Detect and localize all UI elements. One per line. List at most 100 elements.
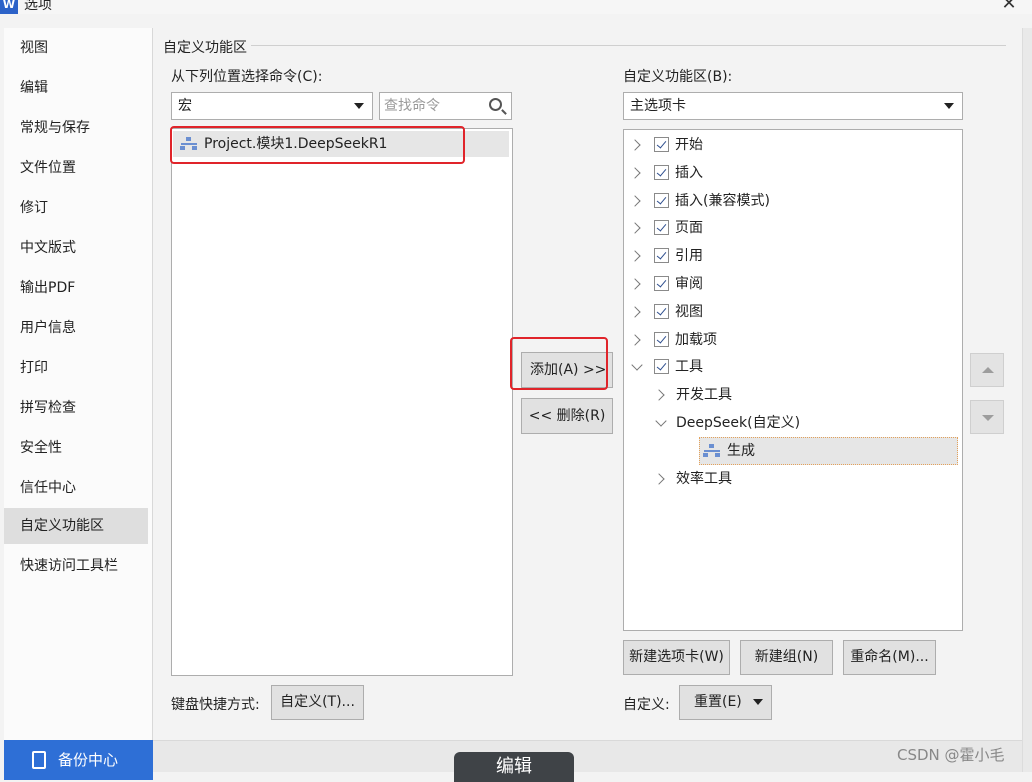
options-dialog: W 选项 ✕ 视图 编辑 常规与保存 文件位置 修订 中文版式 输出PDF 用户… — [0, 0, 1032, 782]
tree-item-start[interactable]: 开始 — [629, 131, 950, 159]
nav-item-spell-check[interactable]: 拼写检查 — [4, 390, 148, 426]
nav-item-general-save[interactable]: 常规与保存 — [4, 110, 148, 146]
chevron-right-icon[interactable] — [629, 334, 641, 346]
checkbox-checked[interactable] — [654, 220, 669, 235]
chevron-down-icon — [753, 699, 763, 705]
triangle-up-icon — [982, 367, 994, 373]
command-search-box[interactable] — [379, 92, 512, 120]
chevron-right-icon[interactable] — [629, 167, 641, 179]
bottom-strip — [153, 740, 1022, 772]
nav-item-chinese-layout[interactable]: 中文版式 — [4, 230, 148, 266]
tree-item-label: 引用 — [675, 248, 703, 264]
options-nav: 视图 编辑 常规与保存 文件位置 修订 中文版式 输出PDF 用户信息 打印 拼… — [4, 28, 153, 772]
tree-item-label: 效率工具 — [676, 471, 732, 487]
chevron-right-icon[interactable] — [629, 195, 641, 207]
tree-item-efficiency-tools[interactable]: 效率工具 — [652, 465, 952, 493]
checkbox-checked[interactable] — [654, 193, 669, 208]
tree-item-deepseek-group[interactable]: DeepSeek(自定义) — [652, 409, 952, 437]
nav-item-quick-access[interactable]: 快速访问工具栏 — [4, 548, 148, 584]
remove-button[interactable]: << 删除(R) — [521, 398, 613, 434]
title-bar: W 选项 ✕ — [0, 0, 1032, 14]
nav-item-print[interactable]: 打印 — [4, 350, 148, 386]
rename-button[interactable]: 重命名(M)... — [843, 640, 936, 675]
checkbox-checked[interactable] — [654, 276, 669, 291]
tree-item-page[interactable]: 页面 — [629, 214, 950, 242]
move-down-button[interactable] — [970, 400, 1004, 434]
tree-item-view[interactable]: 视图 — [629, 298, 950, 326]
nav-item-customize-ribbon[interactable]: 自定义功能区 — [4, 508, 148, 544]
tree-item-label: 工具 — [675, 359, 703, 375]
nav-item-output-pdf[interactable]: 输出PDF — [4, 270, 148, 306]
customize-label: 自定义: — [623, 697, 670, 713]
ribbon-tabs-select[interactable]: 主选项卡 — [623, 92, 963, 120]
chevron-down-icon[interactable] — [655, 415, 667, 427]
reset-label: 重置(E) — [694, 694, 742, 710]
chevron-right-icon[interactable] — [629, 222, 641, 234]
tree-item-insert[interactable]: 插入 — [629, 159, 950, 187]
tree-item-label: 加载项 — [675, 332, 717, 348]
ribbon-tabs-value: 主选项卡 — [630, 98, 686, 114]
chevron-right-icon[interactable] — [629, 306, 641, 318]
nav-item-user-info[interactable]: 用户信息 — [4, 310, 148, 346]
command-list[interactable]: Project.模块1.DeepSeekR1 — [171, 128, 513, 676]
command-search-input[interactable] — [384, 96, 484, 116]
keyboard-customize-button[interactable]: 自定义(T)... — [271, 685, 364, 720]
tree-item-label: 审阅 — [675, 276, 703, 292]
chevron-right-icon[interactable] — [653, 389, 665, 401]
nav-item-edit[interactable]: 编辑 — [4, 70, 148, 106]
highlight-add-box — [510, 337, 608, 390]
move-up-button[interactable] — [970, 353, 1004, 387]
customize-ribbon-label: 自定义功能区(B): — [623, 69, 733, 85]
command-source-select[interactable]: 宏 — [171, 92, 373, 120]
new-tab-button[interactable]: 新建选项卡(W) — [623, 640, 730, 675]
macro-icon — [703, 444, 721, 458]
window-edge-scrollbar[interactable] — [1022, 28, 1032, 772]
tree-item-insert-compat[interactable]: 插入(兼容模式) — [629, 187, 950, 215]
chevron-down-icon — [944, 103, 954, 109]
tree-item-dev-tools[interactable]: 开发工具 — [652, 381, 952, 409]
nav-item-trust-center[interactable]: 信任中心 — [4, 470, 148, 506]
chevron-right-icon[interactable] — [629, 250, 641, 262]
tree-item-tools[interactable]: 工具 — [630, 353, 950, 381]
tree-item-addins[interactable]: 加载项 — [629, 326, 950, 354]
tree-item-label: 开发工具 — [676, 387, 732, 403]
tree-item-label: 开始 — [675, 137, 703, 153]
nav-item-file-location[interactable]: 文件位置 — [4, 150, 148, 186]
tree-item-generate[interactable]: 生成 — [700, 437, 956, 465]
chevron-right-icon[interactable] — [629, 278, 641, 290]
chevron-down-icon — [354, 103, 364, 109]
checkbox-checked[interactable] — [654, 137, 669, 152]
checkbox-checked[interactable] — [654, 248, 669, 263]
keyboard-shortcut-label: 键盘快捷方式: — [171, 697, 260, 713]
backup-center-button[interactable]: 备份中心 — [4, 740, 153, 780]
chevron-right-icon[interactable] — [629, 139, 641, 151]
tree-item-label: 插入 — [675, 165, 703, 181]
close-button[interactable]: ✕ — [998, 0, 1020, 14]
search-icon[interactable] — [489, 98, 502, 111]
nav-item-revision[interactable]: 修订 — [4, 190, 148, 226]
checkbox-checked[interactable] — [654, 332, 669, 347]
nav-item-security[interactable]: 安全性 — [4, 430, 148, 466]
chevron-right-icon[interactable] — [653, 473, 665, 485]
edit-tab-overlay[interactable]: 编辑 — [454, 752, 574, 782]
reset-dropdown-button[interactable]: 重置(E) — [679, 685, 772, 720]
section-title: 自定义功能区 — [163, 37, 251, 57]
tree-item-label: 插入(兼容模式) — [675, 193, 770, 209]
tree-item-reference[interactable]: 引用 — [629, 242, 950, 270]
watermark: CSDN @霍小毛 — [897, 746, 1005, 764]
tree-item-review[interactable]: 审阅 — [629, 270, 950, 298]
tree-item-label: DeepSeek(自定义) — [676, 415, 801, 431]
backup-center-label: 备份中心 — [58, 751, 119, 769]
section-divider — [250, 45, 1006, 46]
window-title: 选项 — [24, 0, 52, 13]
chevron-down-icon[interactable] — [631, 359, 643, 371]
new-group-button[interactable]: 新建组(N) — [740, 640, 833, 675]
nav-item-view[interactable]: 视图 — [4, 30, 148, 66]
checkbox-checked[interactable] — [654, 165, 669, 180]
tree-item-label: 页面 — [675, 220, 703, 236]
choose-commands-label: 从下列位置选择命令(C): — [171, 69, 323, 85]
checkbox-checked[interactable] — [654, 359, 669, 374]
tree-item-label: 生成 — [727, 443, 755, 459]
wps-app-icon: W — [0, 0, 18, 14]
checkbox-checked[interactable] — [654, 304, 669, 319]
